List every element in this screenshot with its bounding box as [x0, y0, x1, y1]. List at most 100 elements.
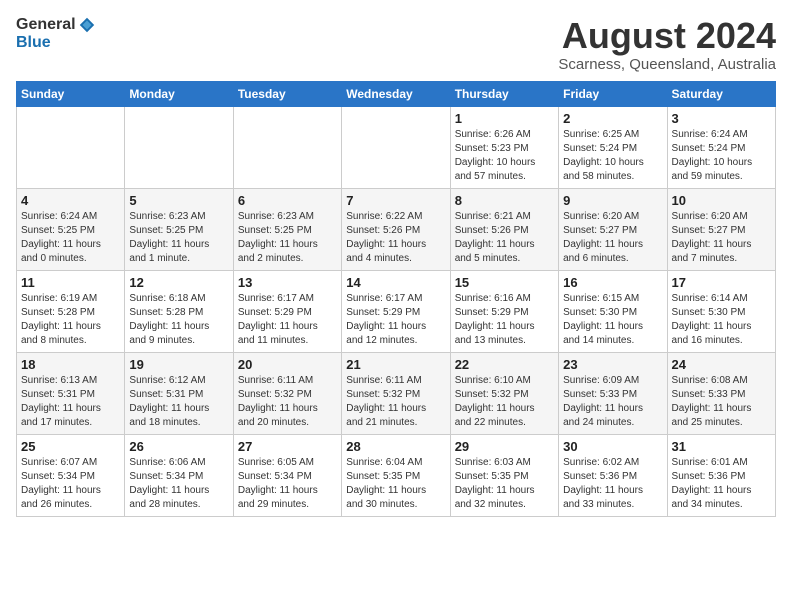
calendar-week-row: 4 Sunrise: 6:24 AM Sunset: 5:25 PM Daylig… [17, 188, 776, 270]
calendar-cell: 12Sunrise: 6:18 AM Sunset: 5:28 PM Dayli… [125, 270, 233, 352]
day-info: Sunrise: 6:07 AM Sunset: 5:34 PM Dayligh… [21, 456, 120, 512]
day-info: Sunrise: 6:03 AM Sunset: 5:35 PM Dayligh… [455, 456, 554, 512]
day-info: Sunrise: 6:22 AM Sunset: 5:26 PM Dayligh… [346, 210, 445, 266]
day-info: Sunrise: 6:06 AM Sunset: 5:34 PM Dayligh… [129, 456, 228, 512]
day-number: 14 [346, 275, 445, 290]
day-info: Sunrise: 6:08 AM Sunset: 5:33 PM Dayligh… [672, 374, 771, 430]
calendar-cell: 8Sunrise: 6:21 AM Sunset: 5:26 PM Daylig… [450, 188, 558, 270]
day-info: Sunrise: 6:01 AM Sunset: 5:36 PM Dayligh… [672, 456, 771, 512]
day-number: 31 [672, 439, 771, 454]
location: Scarness, Queensland, Australia [558, 56, 776, 73]
weekday-header: Saturday [667, 81, 775, 106]
day-info: Sunrise: 6:17 AM Sunset: 5:29 PM Dayligh… [238, 292, 337, 348]
calendar-cell: 11 Sunrise: 6:19 AM Sunset: 5:28 PM Dayli… [17, 270, 125, 352]
day-info: Sunrise: 6:19 AM Sunset: 5:28 PM Dayligh… [21, 292, 120, 348]
day-number: 27 [238, 439, 337, 454]
day-number: 12 [129, 275, 228, 290]
calendar-cell: 6 Sunrise: 6:23 AM Sunset: 5:25 PM Daylig… [233, 188, 341, 270]
weekday-header-row: SundayMondayTuesdayWednesdayThursdayFrid… [17, 81, 776, 106]
day-number: 15 [455, 275, 554, 290]
calendar-cell [342, 106, 450, 188]
page-header: General Blue August 2024 Scarness, Queen… [16, 16, 776, 73]
weekday-header: Thursday [450, 81, 558, 106]
day-number: 6 [238, 193, 337, 208]
day-number: 22 [455, 357, 554, 372]
day-number: 20 [238, 357, 337, 372]
calendar-cell: 27 Sunrise: 6:05 AM Sunset: 5:34 PM Dayli… [233, 434, 341, 516]
day-info: Sunrise: 6:24 AM Sunset: 5:24 PM Dayligh… [672, 128, 771, 184]
day-number: 16 [563, 275, 662, 290]
weekday-header: Wednesday [342, 81, 450, 106]
calendar-cell: 13 Sunrise: 6:17 AM Sunset: 5:29 PM Dayli… [233, 270, 341, 352]
day-number: 28 [346, 439, 445, 454]
day-number: 30 [563, 439, 662, 454]
day-info: Sunrise: 6:20 AM Sunset: 5:27 PM Dayligh… [563, 210, 662, 266]
calendar-cell: 10 Sunrise: 6:20 AM Sunset: 5:27 PM Dayli… [667, 188, 775, 270]
calendar-cell: 28 Sunrise: 6:04 AM Sunset: 5:35 PM Dayli… [342, 434, 450, 516]
day-number: 13 [238, 275, 337, 290]
calendar-cell: 15 Sunrise: 6:16 AM Sunset: 5:29 PM Dayli… [450, 270, 558, 352]
day-info: Sunrise: 6:12 AM Sunset: 5:31 PM Dayligh… [129, 374, 228, 430]
day-number: 19 [129, 357, 228, 372]
day-number: 4 [21, 193, 120, 208]
day-info: Sunrise: 6:16 AM Sunset: 5:29 PM Dayligh… [455, 292, 554, 348]
title-block: August 2024 Scarness, Queensland, Austra… [558, 16, 776, 73]
calendar-cell: 21 Sunrise: 6:11 AM Sunset: 5:32 PM Dayli… [342, 352, 450, 434]
calendar-cell: 1 Sunrise: 6:26 AM Sunset: 5:23 PM Daylig… [450, 106, 558, 188]
weekday-header: Monday [125, 81, 233, 106]
calendar-cell: 18 Sunrise: 6:13 AM Sunset: 5:31 PM Dayli… [17, 352, 125, 434]
day-number: 3 [672, 111, 771, 126]
day-info: Sunrise: 6:05 AM Sunset: 5:34 PM Dayligh… [238, 456, 337, 512]
day-info: Sunrise: 6:24 AM Sunset: 5:25 PM Dayligh… [21, 210, 120, 266]
weekday-header: Sunday [17, 81, 125, 106]
calendar-cell [125, 106, 233, 188]
day-number: 18 [21, 357, 120, 372]
calendar-cell: 7 Sunrise: 6:22 AM Sunset: 5:26 PM Daylig… [342, 188, 450, 270]
calendar-cell: 26 Sunrise: 6:06 AM Sunset: 5:34 PM Dayli… [125, 434, 233, 516]
day-info: Sunrise: 6:11 AM Sunset: 5:32 PM Dayligh… [238, 374, 337, 430]
day-number: 11 [21, 275, 120, 290]
calendar-cell [17, 106, 125, 188]
day-number: 24 [672, 357, 771, 372]
day-number: 29 [455, 439, 554, 454]
logo-general: General [16, 16, 76, 34]
day-number: 23 [563, 357, 662, 372]
calendar-cell: 3 Sunrise: 6:24 AM Sunset: 5:24 PM Daylig… [667, 106, 775, 188]
day-info: Sunrise: 6:11 AM Sunset: 5:32 PM Dayligh… [346, 374, 445, 430]
calendar-cell: 31 Sunrise: 6:01 AM Sunset: 5:36 PM Dayli… [667, 434, 775, 516]
day-number: 26 [129, 439, 228, 454]
logo-blue: Blue [16, 34, 51, 52]
calendar-cell: 16 Sunrise: 6:15 AM Sunset: 5:30 PM Dayli… [559, 270, 667, 352]
logo-icon [78, 16, 96, 34]
calendar-cell: 14Sunrise: 6:17 AM Sunset: 5:29 PM Dayli… [342, 270, 450, 352]
calendar-week-row: 18 Sunrise: 6:13 AM Sunset: 5:31 PM Dayli… [17, 352, 776, 434]
calendar-cell: 22 Sunrise: 6:10 AM Sunset: 5:32 PM Dayli… [450, 352, 558, 434]
day-number: 7 [346, 193, 445, 208]
weekday-header: Friday [559, 81, 667, 106]
calendar-cell: 2 Sunrise: 6:25 AM Sunset: 5:24 PM Daylig… [559, 106, 667, 188]
calendar-cell: 24 Sunrise: 6:08 AM Sunset: 5:33 PM Dayli… [667, 352, 775, 434]
calendar-cell: 9Sunrise: 6:20 AM Sunset: 5:27 PM Daylig… [559, 188, 667, 270]
day-info: Sunrise: 6:04 AM Sunset: 5:35 PM Dayligh… [346, 456, 445, 512]
calendar-week-row: 1 Sunrise: 6:26 AM Sunset: 5:23 PM Daylig… [17, 106, 776, 188]
calendar-cell: 5Sunrise: 6:23 AM Sunset: 5:25 PM Daylig… [125, 188, 233, 270]
day-info: Sunrise: 6:15 AM Sunset: 5:30 PM Dayligh… [563, 292, 662, 348]
month-year: August 2024 [558, 16, 776, 56]
calendar-cell: 4 Sunrise: 6:24 AM Sunset: 5:25 PM Daylig… [17, 188, 125, 270]
day-info: Sunrise: 6:13 AM Sunset: 5:31 PM Dayligh… [21, 374, 120, 430]
calendar-week-row: 11 Sunrise: 6:19 AM Sunset: 5:28 PM Dayli… [17, 270, 776, 352]
day-info: Sunrise: 6:26 AM Sunset: 5:23 PM Dayligh… [455, 128, 554, 184]
day-info: Sunrise: 6:23 AM Sunset: 5:25 PM Dayligh… [238, 210, 337, 266]
day-info: Sunrise: 6:10 AM Sunset: 5:32 PM Dayligh… [455, 374, 554, 430]
day-info: Sunrise: 6:20 AM Sunset: 5:27 PM Dayligh… [672, 210, 771, 266]
day-number: 10 [672, 193, 771, 208]
calendar-cell [233, 106, 341, 188]
calendar-cell: 20 Sunrise: 6:11 AM Sunset: 5:32 PM Dayli… [233, 352, 341, 434]
day-number: 21 [346, 357, 445, 372]
calendar-week-row: 25 Sunrise: 6:07 AM Sunset: 5:34 PM Dayli… [17, 434, 776, 516]
day-number: 25 [21, 439, 120, 454]
day-number: 1 [455, 111, 554, 126]
day-number: 2 [563, 111, 662, 126]
day-number: 8 [455, 193, 554, 208]
day-info: Sunrise: 6:25 AM Sunset: 5:24 PM Dayligh… [563, 128, 662, 184]
